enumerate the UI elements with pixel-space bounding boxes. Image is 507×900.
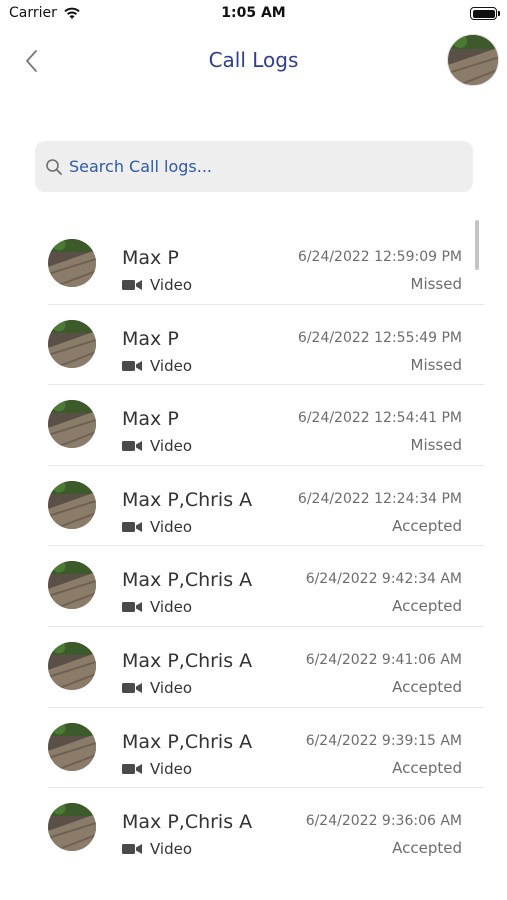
caller-avatar bbox=[48, 480, 96, 529]
call-type: Video bbox=[122, 518, 192, 536]
call-type: Video bbox=[122, 437, 192, 455]
call-datetime: 6/24/2022 9:42:34 AM bbox=[305, 571, 462, 588]
call-log-row[interactable]: Max P Video 6/24/2022 12:55:49 PM Missed bbox=[48, 305, 484, 386]
call-log-row[interactable]: Max P,Chris A Video 6/24/2022 9:41:06 AM… bbox=[48, 627, 484, 708]
call-type-label: Video bbox=[150, 678, 193, 697]
page-title: Call Logs bbox=[208, 48, 299, 72]
call-status: Missed bbox=[410, 436, 463, 455]
call-type: Video bbox=[122, 840, 192, 858]
call-status: Missed bbox=[410, 275, 463, 293]
call-type: Video bbox=[122, 760, 192, 778]
call-datetime: 6/24/2022 9:41:06 AM bbox=[305, 651, 462, 668]
call-log-list[interactable]: Max P Video 6/24/2022 12:59:09 PM Missed… bbox=[0, 224, 507, 864]
call-type-label: Video bbox=[150, 759, 193, 778]
call-status: Accepted bbox=[392, 839, 462, 858]
call-type-label: Video bbox=[150, 840, 193, 859]
call-status: Accepted bbox=[392, 677, 462, 696]
video-camera-icon bbox=[122, 763, 142, 774]
call-status: Accepted bbox=[392, 758, 462, 777]
call-datetime: 6/24/2022 12:54:41 PM bbox=[297, 410, 462, 427]
call-datetime: 6/24/2022 9:36:06 AM bbox=[305, 813, 462, 830]
video-camera-icon bbox=[122, 521, 142, 532]
call-log-row[interactable]: Max P,Chris A Video 6/24/2022 12:24:34 P… bbox=[48, 466, 484, 547]
video-camera-icon bbox=[122, 602, 142, 613]
call-type-label: Video bbox=[150, 356, 193, 375]
call-datetime: 6/24/2022 12:55:49 PM bbox=[297, 329, 462, 346]
call-type: Video bbox=[122, 598, 192, 616]
caller-avatar bbox=[48, 641, 96, 690]
caller-avatar bbox=[48, 722, 96, 771]
call-type: Video bbox=[122, 357, 192, 375]
call-log-row[interactable]: Max P Video 6/24/2022 12:54:41 PM Missed bbox=[48, 385, 484, 466]
call-datetime: 6/24/2022 9:39:15 AM bbox=[305, 732, 462, 749]
video-camera-icon bbox=[122, 441, 142, 452]
scrollbar[interactable] bbox=[475, 220, 479, 270]
caller-name: Max P bbox=[122, 327, 179, 350]
status-bar: Carrier 1:05 AM bbox=[0, 0, 507, 30]
search-bar[interactable] bbox=[35, 141, 473, 192]
caller-avatar bbox=[48, 319, 96, 368]
search-icon bbox=[46, 158, 62, 175]
call-log-row[interactable]: Max P,Chris A Video 6/24/2022 9:42:34 AM… bbox=[48, 546, 484, 627]
call-log-row[interactable]: Max P,Chris A Video 6/24/2022 9:39:15 AM… bbox=[48, 708, 484, 789]
clock: 1:05 AM bbox=[221, 5, 286, 21]
video-camera-icon bbox=[122, 844, 142, 855]
caller-name: Max P,Chris A bbox=[122, 488, 253, 511]
caller-name: Max P bbox=[122, 408, 179, 431]
battery-icon bbox=[470, 7, 500, 20]
caller-name: Max P,Chris A bbox=[122, 811, 253, 834]
caller-avatar bbox=[48, 803, 96, 852]
video-camera-icon bbox=[122, 682, 142, 693]
caller-avatar bbox=[48, 561, 96, 610]
call-log-row[interactable]: Max P Video 6/24/2022 12:59:09 PM Missed bbox=[48, 224, 484, 305]
video-camera-icon bbox=[122, 280, 142, 290]
call-log-row[interactable]: Max P,Chris A Video 6/24/2022 9:36:06 AM… bbox=[48, 788, 484, 864]
call-datetime: 6/24/2022 12:24:34 PM bbox=[297, 490, 462, 507]
profile-avatar[interactable] bbox=[447, 34, 499, 86]
caller-avatar bbox=[48, 239, 96, 287]
caller-name: Max P bbox=[122, 247, 179, 269]
caller-name: Max P,Chris A bbox=[122, 730, 253, 753]
call-status: Accepted bbox=[392, 516, 462, 535]
search-input[interactable] bbox=[69, 157, 429, 176]
call-type: Video bbox=[122, 276, 192, 294]
caller-name: Max P,Chris A bbox=[122, 649, 253, 672]
call-status: Missed bbox=[410, 355, 463, 374]
call-datetime: 6/24/2022 12:59:09 PM bbox=[297, 249, 462, 265]
call-type-label: Video bbox=[150, 437, 193, 456]
navigation-header: Call Logs bbox=[0, 30, 507, 94]
caller-avatar bbox=[48, 400, 96, 449]
call-type: Video bbox=[122, 679, 192, 697]
video-camera-icon bbox=[122, 360, 142, 371]
call-type-label: Video bbox=[150, 276, 193, 294]
caller-name: Max P,Chris A bbox=[122, 569, 253, 592]
call-type-label: Video bbox=[150, 598, 193, 617]
call-type-label: Video bbox=[150, 517, 193, 536]
call-status: Accepted bbox=[392, 597, 462, 616]
